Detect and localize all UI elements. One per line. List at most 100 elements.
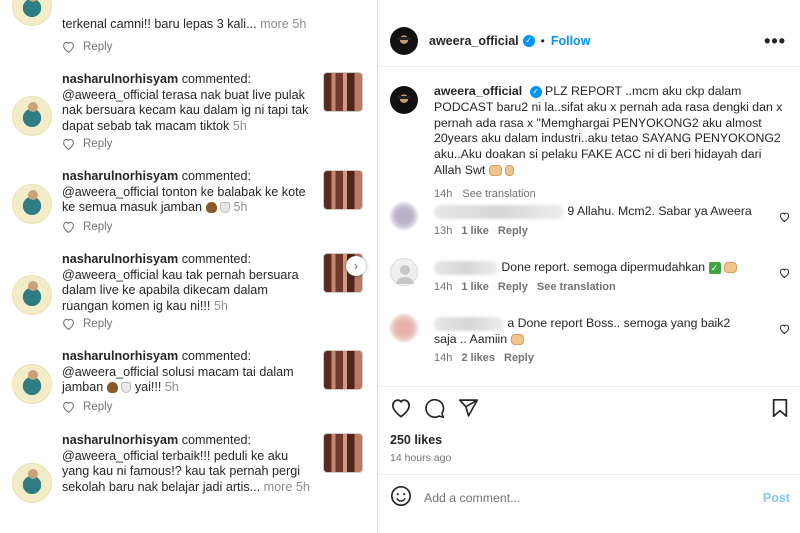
notification-text: nasharulnorhisyam commented: @aweera_off… bbox=[62, 252, 312, 314]
reply-button[interactable]: Reply bbox=[83, 138, 112, 150]
avatar[interactable] bbox=[12, 184, 52, 224]
heart-icon[interactable] bbox=[62, 138, 75, 150]
see-translation-link[interactable]: See translation bbox=[537, 281, 616, 293]
timestamp: 5h bbox=[295, 479, 310, 494]
more-link[interactable]: more bbox=[264, 480, 293, 494]
avatar[interactable] bbox=[390, 27, 418, 55]
action-label: commented: bbox=[181, 349, 251, 363]
avatar[interactable] bbox=[12, 275, 52, 315]
reply-button[interactable]: Reply bbox=[83, 41, 112, 53]
heart-icon[interactable] bbox=[779, 321, 790, 339]
comment-bubble-icon[interactable] bbox=[424, 398, 445, 424]
like-count[interactable]: 2 likes bbox=[461, 352, 495, 364]
notification-text: nasharulnorhisyam commented: @aweera_off… bbox=[62, 72, 312, 134]
post-thumbnail[interactable] bbox=[323, 72, 363, 112]
toilet-emoji-icon bbox=[121, 382, 132, 394]
avatar[interactable] bbox=[12, 463, 52, 503]
notification-text: nasharulnorhisyam commented: @aweera_off… bbox=[62, 349, 312, 396]
notification-text: nasharulnorhisyam commented: @aweera_off… bbox=[62, 433, 312, 495]
reply-button[interactable]: Reply bbox=[498, 225, 528, 237]
post-thumbnail[interactable] bbox=[323, 433, 363, 473]
poop-emoji-icon bbox=[106, 382, 118, 394]
post-thumbnail[interactable] bbox=[323, 170, 363, 210]
notification-text: nasharulnorhisyam commented: @aweera_off… bbox=[62, 169, 312, 216]
emoji-smiley-icon[interactable] bbox=[390, 485, 412, 512]
more-options-icon[interactable]: ••• bbox=[764, 31, 786, 52]
reply-button[interactable]: Reply bbox=[83, 221, 112, 233]
share-send-icon[interactable] bbox=[458, 398, 479, 423]
heart-icon[interactable] bbox=[62, 318, 75, 330]
heart-icon[interactable] bbox=[62, 41, 75, 53]
reply-button[interactable]: Reply bbox=[83, 401, 112, 413]
avatar[interactable] bbox=[390, 314, 418, 342]
avatar[interactable] bbox=[12, 96, 52, 136]
username[interactable]: nasharulnorhisyam bbox=[62, 433, 178, 447]
comment-body: @aweera_official tonton ke balabak ke ko… bbox=[62, 184, 306, 215]
action-label: commented: bbox=[181, 433, 251, 447]
timestamp: 5h bbox=[292, 17, 307, 31]
action-label: commented: bbox=[181, 252, 251, 266]
avatar[interactable] bbox=[390, 202, 418, 230]
username[interactable]: nasharulnorhisyam bbox=[62, 349, 178, 363]
comment-text: a Done report Boss.. semoga yang baik2 s… bbox=[434, 316, 754, 348]
pointing-emoji-icon bbox=[505, 165, 515, 177]
divider bbox=[378, 386, 800, 387]
timestamp: 13h bbox=[434, 225, 453, 237]
divider bbox=[378, 66, 800, 67]
likes-count[interactable]: 250 likes bbox=[390, 433, 442, 447]
like-heart-icon[interactable] bbox=[390, 398, 412, 423]
comment-input[interactable]: Add a comment... bbox=[424, 491, 763, 505]
reply-row: Reply bbox=[62, 318, 112, 330]
avatar[interactable] bbox=[390, 86, 418, 114]
heart-icon[interactable] bbox=[779, 209, 790, 227]
username[interactable]: nasharulnorhisyam bbox=[62, 72, 178, 86]
heart-icon[interactable] bbox=[62, 221, 75, 233]
comment-body: Done report. semoga dipermudahkan bbox=[501, 260, 706, 274]
comment-body: 9 Allahu. Mcm2. Sabar ya Aweera bbox=[567, 204, 752, 218]
comment-meta: 13h 1 like Reply bbox=[434, 225, 528, 237]
more-link[interactable]: more bbox=[260, 17, 289, 31]
username[interactable]: aweera_official bbox=[434, 84, 522, 98]
comment-meta: 14h 1 like Reply See translation bbox=[434, 281, 616, 293]
like-count[interactable]: 1 like bbox=[461, 225, 489, 237]
see-translation-link[interactable]: See translation bbox=[462, 187, 535, 203]
chevron-right-icon[interactable]: › bbox=[346, 256, 366, 276]
comment-body: terkenal camni!! baru lepas 3 kali... bbox=[62, 17, 257, 31]
notifications-panel: terkenal camni!! baru lepas 3 kali... mo… bbox=[0, 0, 377, 533]
heart-icon[interactable] bbox=[779, 265, 790, 283]
timestamp: 14h bbox=[434, 187, 453, 200]
post-panel: aweera_official ✓ • Follow ••• aweera_of… bbox=[378, 0, 800, 533]
timestamp: 5h bbox=[232, 118, 247, 133]
reply-button[interactable]: Reply bbox=[504, 352, 534, 364]
reply-row: Reply bbox=[62, 401, 112, 413]
caption-text: aweera_official ✓ PLZ REPORT ..mcm aku c… bbox=[434, 84, 789, 203]
bookmark-icon[interactable] bbox=[771, 398, 789, 423]
post-button[interactable]: Post bbox=[763, 491, 790, 505]
caption-meta: 14h See translation bbox=[434, 187, 789, 203]
timestamp: 14h bbox=[434, 281, 453, 293]
post-actions bbox=[390, 398, 790, 422]
blurred-username bbox=[434, 316, 504, 331]
heart-icon[interactable] bbox=[62, 401, 75, 413]
reply-button[interactable]: Reply bbox=[498, 281, 528, 293]
username[interactable]: aweera_official bbox=[429, 34, 519, 48]
timestamp: 5h bbox=[233, 200, 248, 215]
post-timestamp: 14 hours ago bbox=[390, 452, 452, 464]
timestamp: 5h bbox=[164, 380, 179, 395]
poop-emoji-icon bbox=[205, 202, 217, 214]
reply-row: Reply bbox=[62, 221, 112, 233]
username[interactable]: nasharulnorhisyam bbox=[62, 252, 178, 266]
avatar[interactable] bbox=[12, 364, 52, 404]
reply-button[interactable]: Reply bbox=[83, 318, 112, 330]
like-count[interactable]: 1 like bbox=[461, 281, 489, 293]
avatar[interactable] bbox=[390, 258, 418, 286]
timestamp: 5h bbox=[213, 298, 228, 313]
follow-button[interactable]: Follow bbox=[551, 34, 591, 48]
comment-body: @aweera_official terasa nak buat live pu… bbox=[62, 87, 309, 133]
comment-body: @aweera_official kau tak pernah bersuara… bbox=[62, 267, 299, 313]
post-thumbnail[interactable] bbox=[323, 350, 363, 390]
praying-hands-emoji-icon bbox=[723, 262, 737, 274]
reply-row: Reply bbox=[62, 41, 112, 53]
avatar[interactable] bbox=[12, 0, 52, 26]
username[interactable]: nasharulnorhisyam bbox=[62, 169, 178, 183]
